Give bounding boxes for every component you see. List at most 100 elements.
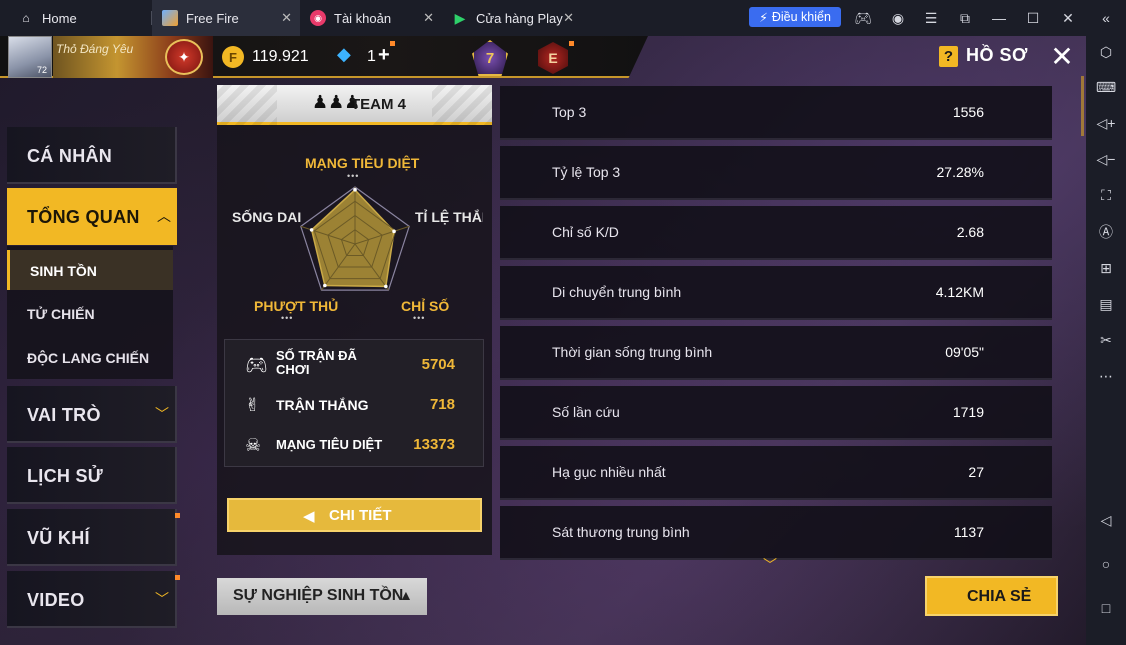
- gold-count: 119.921: [252, 48, 309, 65]
- apk-icon[interactable]: ▤: [1096, 294, 1116, 314]
- nav-label: CÁ NHÂN: [27, 146, 113, 166]
- stat-list-row: Sát thương trung bình 1137: [500, 506, 1052, 560]
- gamepad-icon[interactable]: 🎮︎: [853, 8, 873, 28]
- nav-label: VAI TRÒ: [27, 405, 101, 425]
- radar-point: [309, 228, 314, 232]
- detail-button-label: CHI TIẾT: [329, 507, 392, 524]
- notification-dot: [175, 513, 180, 518]
- dots-icon: •••: [281, 313, 294, 323]
- nav-label: LỊCH SỬ: [27, 466, 104, 486]
- notification-dot: [569, 41, 574, 46]
- recent-apps-icon[interactable]: □: [1096, 598, 1116, 618]
- stat-list-label: Số lần cứu: [552, 404, 620, 420]
- stat-row: ☠ MẠNG TIÊU DIỆT 13373: [225, 426, 485, 464]
- tab-home-label: Home: [42, 10, 77, 26]
- nav-video[interactable]: VIDEO ﹀: [7, 571, 177, 628]
- radar-point: [353, 188, 357, 192]
- control-button[interactable]: ⚡ Điều khiển: [749, 7, 841, 27]
- more-icon[interactable]: ⋯: [1096, 366, 1116, 386]
- rotate-icon[interactable]: Ⓐ: [1096, 222, 1116, 242]
- player-name: Thỏ Đáng Yêu: [56, 42, 134, 56]
- sub-item-tu-chien[interactable]: TỬ CHIẾN: [7, 293, 173, 333]
- nav-label: VŨ KHÍ: [27, 528, 90, 548]
- stat-list-row: Di chuyển trung bình 4.12KM: [500, 266, 1052, 320]
- team-stats: 🎮︎ SỐ TRẬN ĐÃ CHƠI 5704 ✌ TRẬN THẮNG 718…: [224, 339, 484, 467]
- scissors-icon[interactable]: ✂: [1096, 330, 1116, 350]
- detail-button[interactable]: ◀ CHI TIẾT: [227, 498, 482, 532]
- radar-label-bottom-right: CHỈ SỐ: [401, 298, 450, 314]
- diamond-count: 1: [367, 48, 376, 65]
- dots-icon: •••: [347, 171, 360, 181]
- menu-icon[interactable]: ☰: [921, 8, 941, 28]
- add-diamond-button[interactable]: +: [378, 44, 390, 67]
- stat-list-label: Thời gian sống trung bình: [552, 344, 713, 360]
- help-icon[interactable]: ?: [939, 46, 958, 67]
- back-icon[interactable]: ◁: [1096, 510, 1116, 530]
- stat-list-value: 27.28%: [936, 164, 984, 180]
- home-icon: ⌂: [22, 11, 30, 25]
- tab-account-label: Tài khoản: [334, 10, 392, 26]
- nav-ca-nhan[interactable]: CÁ NHÂN: [7, 127, 177, 184]
- notification-dot: [390, 41, 395, 46]
- radar-label-right: TỈ LỆ THẮNG: [415, 209, 483, 225]
- close-icon[interactable]: ✕: [423, 10, 434, 26]
- sub-item-sinh-ton[interactable]: SINH TỒN: [7, 250, 173, 290]
- tab-free-fire[interactable]: Free Fire ✕: [152, 0, 300, 36]
- share-button-label: CHIA SẺ: [967, 588, 1032, 605]
- account-icon: ◉: [310, 10, 326, 26]
- stat-list-value: 1556: [952, 104, 984, 120]
- share-button[interactable]: CHIA SẺ: [925, 576, 1058, 616]
- settings-icon[interactable]: ⬡: [1096, 42, 1116, 62]
- stat-value: 5704: [421, 356, 455, 373]
- career-dropdown[interactable]: SỰ NGHIỆP SINH TỒN ▲: [217, 578, 427, 615]
- page-title: HỒ SƠ: [966, 45, 1028, 65]
- collapse-sidebar-icon[interactable]: «: [1096, 8, 1116, 28]
- radar-point: [392, 229, 396, 234]
- nav-vai-tro[interactable]: VAI TRÒ ﹀: [7, 386, 177, 443]
- fullscreen-icon[interactable]: ⛶: [1096, 185, 1116, 205]
- stat-value: 718: [429, 396, 455, 413]
- keyboard-icon[interactable]: ⌨: [1096, 77, 1116, 97]
- close-icon[interactable]: ✕: [563, 10, 574, 26]
- header-stripes: [217, 85, 277, 125]
- decorative-border: [1074, 76, 1084, 136]
- radar-label-bottom-left: PHƯỢT THỦ: [254, 298, 339, 314]
- user-icon[interactable]: ◉: [888, 8, 908, 28]
- stat-list-row: Chỉ số K/D 2.68: [500, 206, 1052, 260]
- maximize-icon[interactable]: ☐: [1023, 8, 1043, 28]
- chevron-up-icon: ︿: [157, 208, 171, 224]
- tab-account[interactable]: ◉ Tài khoản ✕: [300, 0, 442, 36]
- profile-header: 72 Thỏ Đáng Yêu ✦ F 119.921 ◆ 1 + 7 E ? …: [0, 36, 1086, 136]
- chevron-down-icon: ﹀: [155, 591, 169, 607]
- tab-home[interactable]: ⌂ Home: [0, 0, 152, 36]
- tab-play-store-label: Cửa hàng Play: [476, 10, 563, 26]
- sub-item-doc-lang-chien[interactable]: ĐỘC LANG CHIẾN: [7, 337, 173, 377]
- stat-list-label: Di chuyển trung bình: [552, 284, 682, 300]
- nav-tong-quan[interactable]: TỔNG QUAN ︿: [7, 188, 177, 245]
- caret-left-icon: ◀: [303, 508, 315, 525]
- tab-play-store[interactable]: ▶ Cửa hàng Play ✕: [442, 0, 582, 36]
- multi-instance-icon[interactable]: ⊞: [1096, 258, 1116, 278]
- chevron-down-icon[interactable]: ﹀: [763, 555, 777, 575]
- header-stripes: [432, 85, 492, 125]
- radar-label-left: SỐNG DAI: [232, 209, 302, 225]
- nav-lich-su[interactable]: LỊCH SỬ: [7, 447, 177, 504]
- volume-up-icon[interactable]: ◁+: [1096, 113, 1116, 133]
- gold-coin-icon: F: [222, 46, 244, 68]
- volume-down-icon[interactable]: ◁−: [1096, 149, 1116, 169]
- team-header: ♟♟♟ TEAM 4: [217, 85, 492, 125]
- close-icon[interactable]: ✕: [281, 10, 292, 26]
- stat-list-row: Top 3 1556: [500, 86, 1052, 140]
- emulator-sidebar: ⬡ ⌨ ◁+ ◁− ⛶ Ⓐ ⊞ ▤ ✂ ⋯ ◁ ○ □: [1086, 36, 1126, 645]
- stat-row: 🎮︎ SỐ TRẬN ĐÃ CHƠI 5704: [225, 346, 485, 384]
- home-circle-icon[interactable]: ○: [1096, 554, 1116, 574]
- stat-label: SỐ TRẬN ĐÃ CHƠI: [276, 348, 357, 377]
- close-button[interactable]: ✕: [1048, 43, 1076, 71]
- diamond-icon: ◆: [337, 44, 351, 64]
- minimize-icon[interactable]: —: [989, 8, 1009, 28]
- gamepad-icon: 🎮︎: [245, 355, 268, 375]
- restore-window-icon[interactable]: ⧉: [955, 8, 975, 28]
- nav-vu-khi[interactable]: VŨ KHÍ: [7, 509, 177, 566]
- close-window-icon[interactable]: ✕: [1058, 8, 1078, 28]
- chevron-down-icon: ﹀: [155, 406, 169, 422]
